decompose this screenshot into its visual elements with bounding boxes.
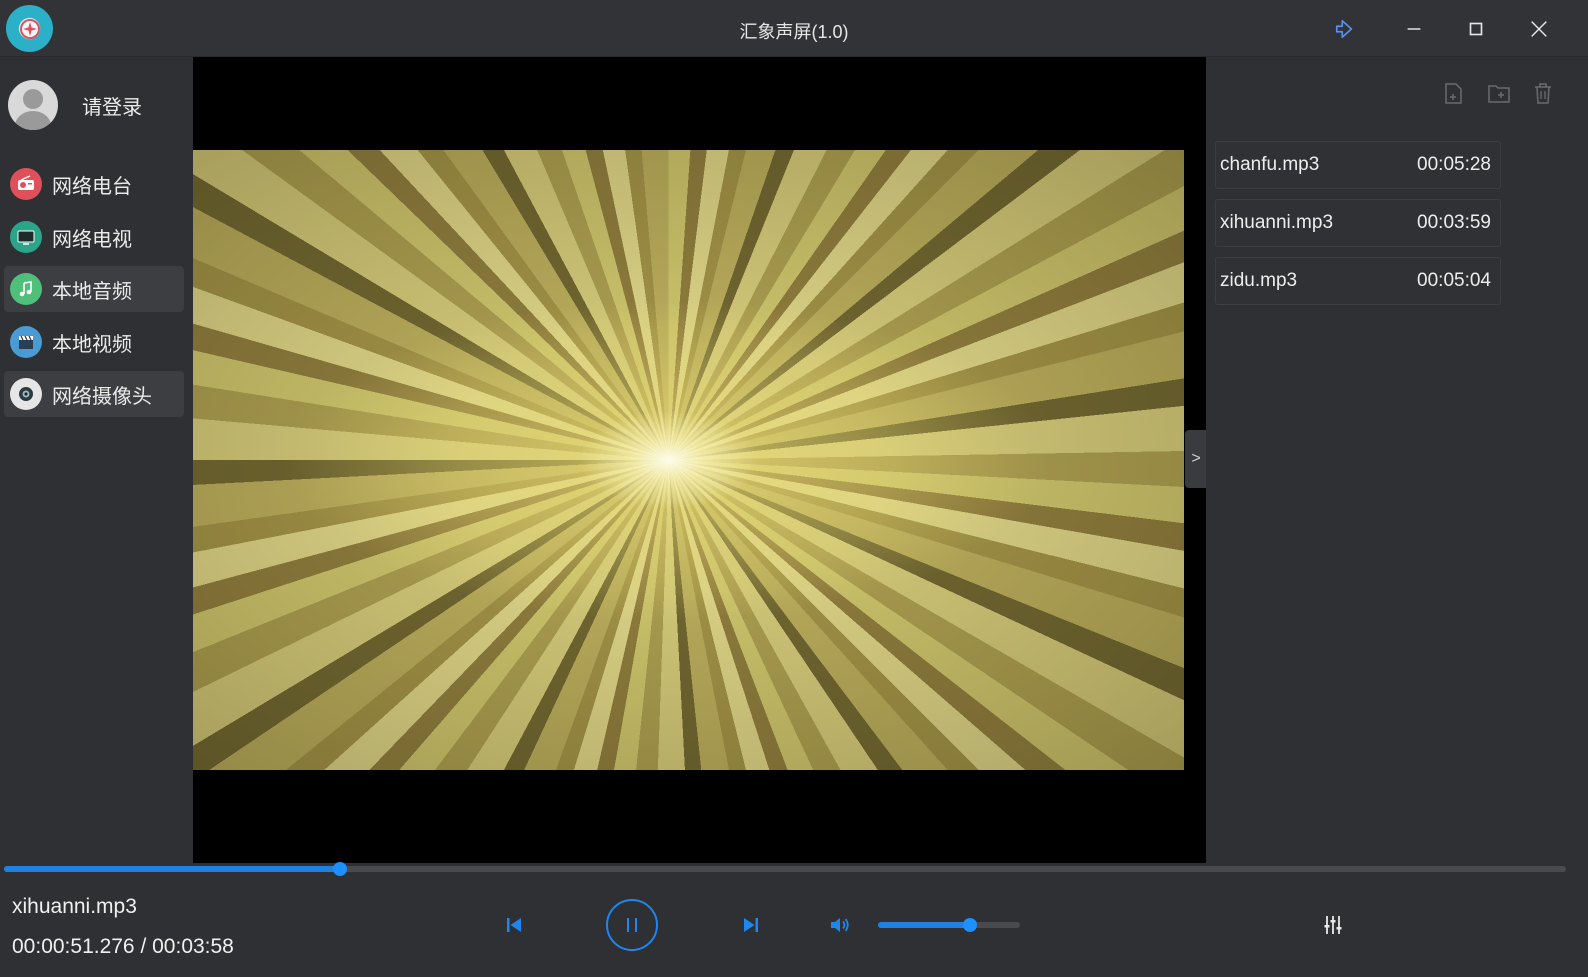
radio-icon (10, 168, 42, 200)
previous-icon (507, 918, 521, 932)
pin-button[interactable] (1325, 10, 1365, 48)
playback-time: 00:00:51.276 / 00:03:58 (12, 935, 234, 958)
volume-button[interactable] (826, 911, 854, 939)
avatar[interactable] (8, 80, 58, 130)
webcam-icon (10, 378, 42, 410)
clapperboard-icon (10, 326, 42, 358)
title-bar: 汇象声屏(1.0) (0, 0, 1588, 57)
next-icon (744, 918, 758, 932)
sidebar-item-label: 本地音频 (52, 280, 132, 303)
volume-handle[interactable] (963, 918, 978, 932)
progress-bar[interactable] (4, 862, 1566, 876)
now-playing-title: xihuanni.mp3 (12, 895, 137, 918)
minimize-button[interactable] (1394, 10, 1434, 48)
video-frame[interactable] (193, 150, 1184, 770)
playlist-item[interactable]: chanfu.mp3 00:05:28 (1215, 141, 1501, 189)
playlist-item[interactable]: xihuanni.mp3 00:03:59 (1215, 199, 1501, 247)
sidebar-item-network-radio[interactable]: 网络电台 (4, 161, 184, 207)
login-label[interactable]: 请登录 (82, 91, 142, 120)
sidebar-item-label: 本地视频 (52, 333, 132, 356)
track-name: xihuanni.mp3 (1220, 212, 1334, 233)
video-player[interactable] (193, 57, 1206, 863)
track-duration: 00:05:28 (1417, 154, 1491, 175)
app-window: 汇象声屏(1.0) 请登录 网络电台 网络电视 本地音频 本地视频 网络摄像头 … (0, 0, 1588, 977)
delete-button[interactable] (1530, 79, 1556, 107)
sidebar-item-label: 网络电视 (52, 228, 132, 251)
add-folder-button[interactable] (1486, 79, 1512, 107)
add-folder-icon (1488, 85, 1510, 103)
sidebar: 请登录 网络电台 网络电视 本地音频 本地视频 网络摄像头 (0, 57, 193, 863)
previous-button[interactable] (500, 911, 528, 939)
minimize-icon (1407, 28, 1421, 30)
music-note-icon (10, 273, 42, 305)
add-file-icon (1445, 83, 1462, 104)
login-area[interactable]: 请登录 (8, 79, 188, 131)
pause-icon (627, 918, 637, 932)
equalizer-icon (1324, 916, 1342, 934)
track-duration: 00:03:59 (1417, 212, 1491, 233)
maximize-button[interactable] (1456, 10, 1496, 48)
sidebar-item-label: 网络电台 (52, 175, 132, 198)
close-button[interactable] (1519, 10, 1559, 48)
sidebar-item-local-video[interactable]: 本地视频 (4, 319, 184, 365)
pause-button[interactable] (606, 899, 658, 951)
track-duration: 00:05:04 (1417, 270, 1491, 291)
sidebar-item-network-tv[interactable]: 网络电视 (4, 214, 184, 260)
sidebar-item-local-audio[interactable]: 本地音频 (4, 266, 184, 312)
pin-icon (1335, 19, 1353, 39)
sidebar-item-network-camera[interactable]: 网络摄像头 (4, 371, 184, 417)
maximize-icon (1469, 22, 1483, 36)
volume-fill (878, 922, 971, 928)
collapse-playlist-button[interactable]: > (1185, 430, 1207, 488)
progress-fill (4, 866, 340, 872)
progress-handle[interactable] (332, 862, 347, 876)
playlist-item[interactable]: zidu.mp3 00:05:04 (1215, 257, 1501, 305)
sidebar-item-label: 网络摄像头 (52, 385, 152, 408)
equalizer-button[interactable] (1319, 911, 1347, 939)
add-file-button[interactable] (1440, 79, 1466, 107)
playlist-panel: chanfu.mp3 00:05:28 xihuanni.mp3 00:03:5… (1206, 57, 1588, 863)
volume-icon (831, 918, 849, 932)
volume-slider[interactable] (878, 918, 1020, 932)
next-button[interactable] (737, 911, 765, 939)
tv-icon (10, 221, 42, 253)
delete-icon (1535, 83, 1551, 104)
track-name: zidu.mp3 (1220, 270, 1298, 291)
close-icon (1531, 21, 1547, 37)
track-name: chanfu.mp3 (1220, 154, 1320, 175)
